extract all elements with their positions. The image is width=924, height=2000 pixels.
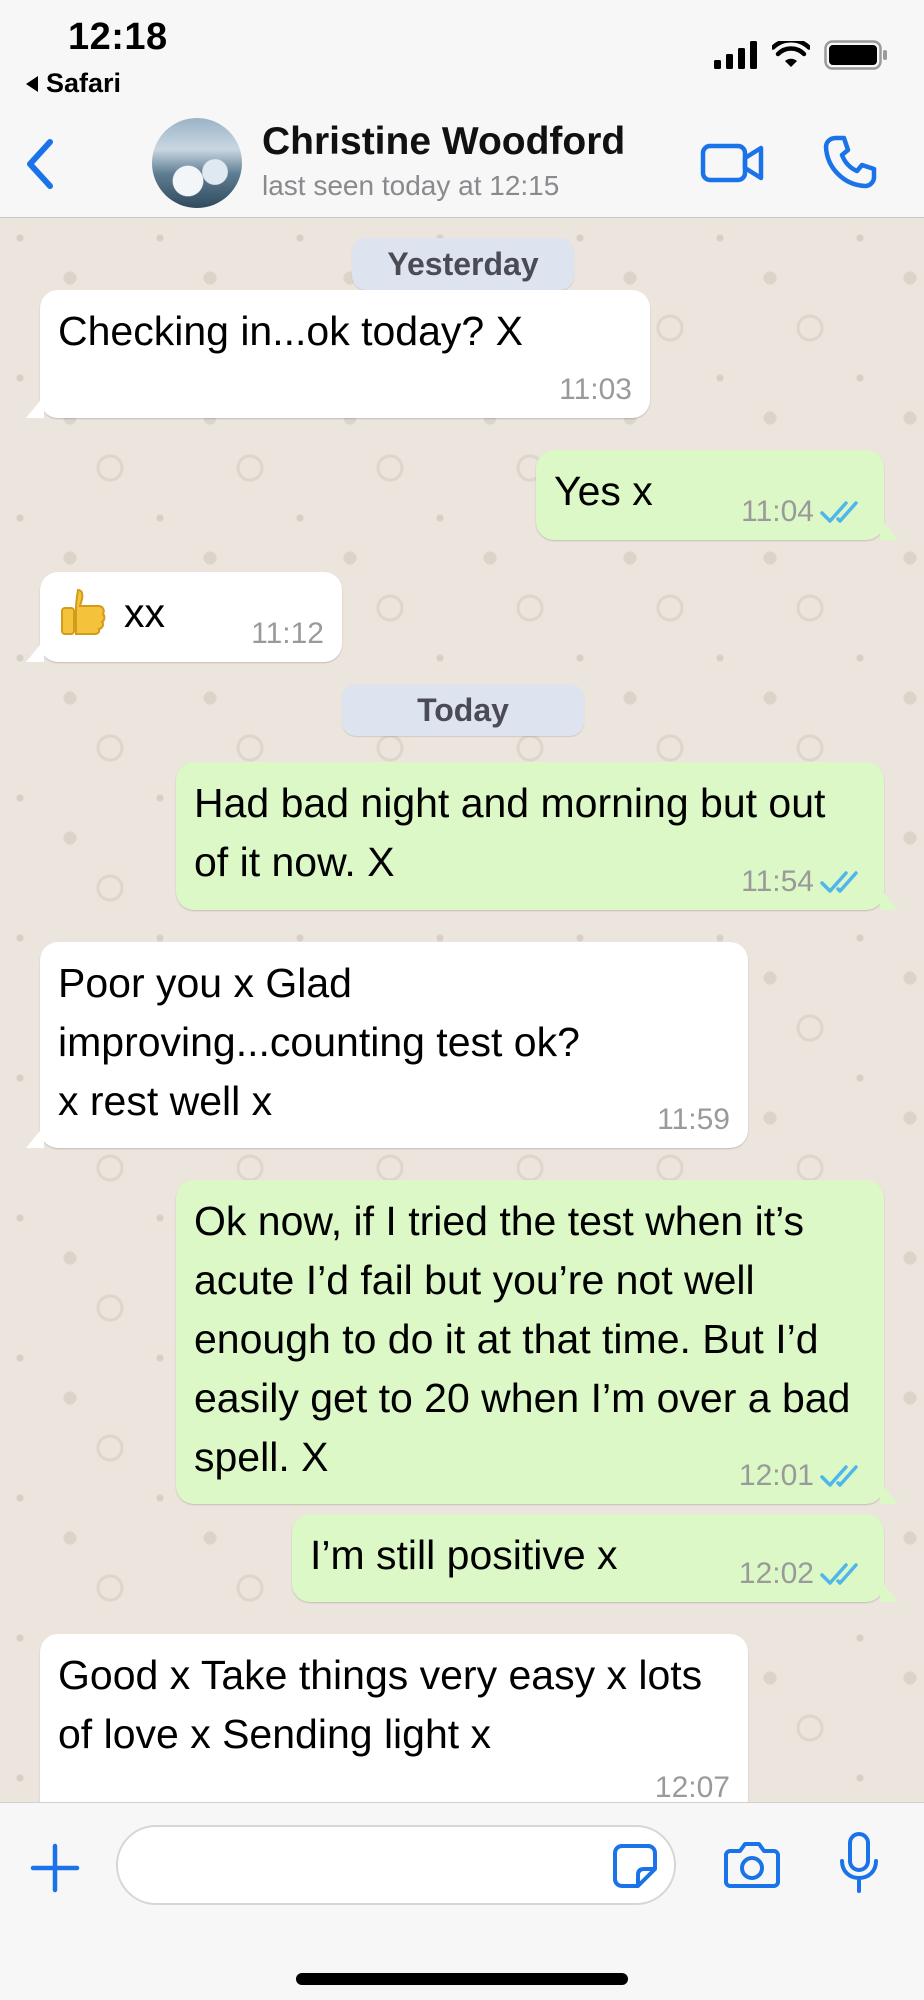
contact-avatar[interactable] <box>152 118 242 208</box>
camera-icon[interactable] <box>724 1839 780 1889</box>
back-app-label: Safari <box>46 68 122 98</box>
message-time: 12:01 <box>738 1459 814 1492</box>
message-time: 12:07 <box>654 1771 730 1802</box>
wifi-icon <box>772 41 810 67</box>
date-separator-yesterday: Yesterday <box>352 238 574 290</box>
signal-icon <box>714 41 757 69</box>
message-incoming[interactable]: Poor you x Glad improving...counting tes… <box>26 942 748 1148</box>
message-text-value: xx <box>124 590 165 636</box>
message-outgoing[interactable]: Ok now, if I tried the test when it’s ac… <box>176 1180 898 1504</box>
message-time: 11:03 <box>559 373 632 406</box>
contact-name[interactable]: Christine Woodford <box>262 120 625 164</box>
date-label: Yesterday <box>387 245 539 282</box>
back-triangle-icon <box>26 75 38 92</box>
home-indicator[interactable] <box>296 1973 628 1985</box>
message-incoming[interactable]: xx 11:12 <box>26 572 342 662</box>
back-to-app-link[interactable]: Safari <box>26 68 121 99</box>
chat-header: Christine Woodford last seen today at 12… <box>0 108 924 218</box>
status-bar: 12:18 Safari <box>0 0 924 108</box>
message-time: 12:02 <box>738 1557 814 1590</box>
message-meta: 12:01 <box>739 1456 866 1496</box>
last-seen-status: last seen today at 12:15 <box>262 170 560 201</box>
battery-icon <box>824 40 887 70</box>
phone-icon[interactable] <box>822 134 878 190</box>
plus-icon[interactable] <box>30 1843 80 1893</box>
message-meta: 11:03 <box>559 370 632 410</box>
message-time: 11:59 <box>657 1103 730 1136</box>
message-outgoing[interactable]: I’m still positive x 12:02 <box>292 1514 898 1602</box>
sticker-icon[interactable] <box>612 1843 658 1889</box>
message-time: 11:12 <box>251 617 324 650</box>
read-ticks-icon <box>820 1563 858 1585</box>
message-incoming[interactable]: Good x Take things very easy x lots of l… <box>40 1634 748 1802</box>
message-incoming[interactable]: Checking in...ok today? X 11:03 <box>26 290 650 418</box>
date-separator-today: Today <box>342 684 584 736</box>
message-meta: 12:07 <box>655 1768 730 1802</box>
message-text: Good x Take things very easy x lots of l… <box>58 1652 703 1757</box>
message-input[interactable] <box>116 1825 676 1905</box>
message-meta: 11:59 <box>657 1100 730 1140</box>
message-meta: 11:12 <box>251 614 324 654</box>
chat-area[interactable]: Yesterday Checking in...ok today? X 11:0… <box>0 218 924 1802</box>
message-text: Ok now, if I tried the test when it’s ac… <box>194 1198 851 1480</box>
message-meta: 11:54 <box>741 862 866 902</box>
input-bar <box>0 1802 924 2000</box>
read-ticks-icon <box>820 871 858 893</box>
status-time: 12:18 <box>68 16 168 58</box>
message-time: 11:04 <box>741 495 814 528</box>
read-ticks-icon <box>820 501 858 523</box>
message-text: Poor you x Glad improving...counting tes… <box>58 960 580 1124</box>
message-time: 11:54 <box>741 865 814 898</box>
message-meta: 12:02 <box>739 1554 866 1594</box>
video-call-icon[interactable] <box>700 138 764 188</box>
date-label: Today <box>417 691 509 728</box>
microphone-icon[interactable] <box>838 1831 880 1895</box>
thumbs-up-icon <box>61 589 106 636</box>
read-ticks-icon <box>820 1465 858 1487</box>
message-outgoing[interactable]: Yes x 11:04 <box>536 450 898 540</box>
system-icons <box>714 40 888 70</box>
message-outgoing[interactable]: Had bad night and morning but out of it … <box>176 762 898 910</box>
back-chevron-icon[interactable] <box>20 134 60 194</box>
message-meta: 11:04 <box>741 492 866 532</box>
message-text: Checking in...ok today? X <box>58 308 523 354</box>
